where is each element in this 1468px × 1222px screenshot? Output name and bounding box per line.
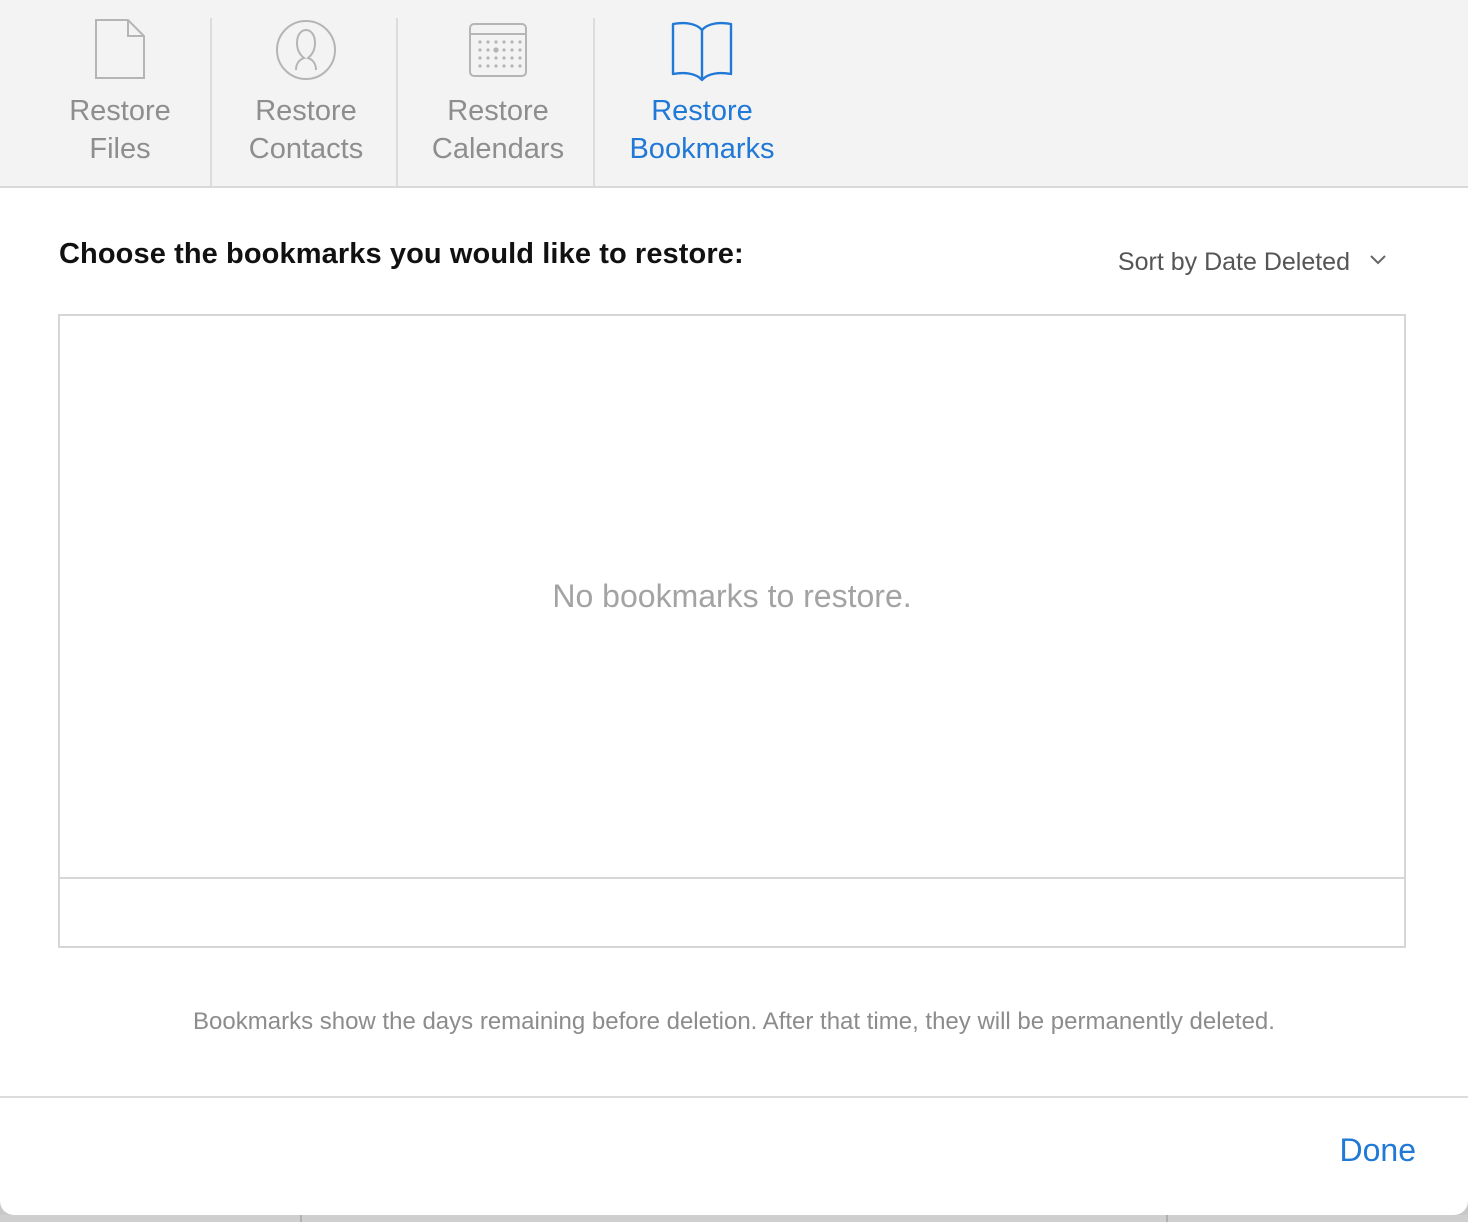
list-footer <box>60 879 1404 946</box>
sort-dropdown[interactable]: Sort by Date Deleted <box>1118 248 1388 277</box>
tab-divider <box>396 18 398 186</box>
tab-restore-bookmarks[interactable]: Restore Bookmarks <box>602 0 802 186</box>
tab-toolbar: Restore Files Restore Contacts Restore C… <box>0 0 1468 188</box>
bookmarks-list-area[interactable]: No bookmarks to restore. <box>60 316 1404 879</box>
dialog-footer: Done <box>0 1096 1468 1215</box>
restore-dialog: Restore Files Restore Contacts Restore C… <box>0 0 1468 1215</box>
divider <box>1166 1215 1168 1222</box>
retention-note: Bookmarks show the days remaining before… <box>193 1008 1275 1035</box>
file-icon <box>95 19 145 79</box>
tab-restore-contacts[interactable]: Restore Contacts <box>214 0 398 186</box>
page-title: Choose the bookmarks you would like to r… <box>59 238 744 270</box>
tab-restore-calendars[interactable]: Restore Calendars <box>400 0 596 186</box>
background-window <box>0 1215 1468 1222</box>
tab-label: Restore Calendars <box>431 95 565 165</box>
tab-restore-files[interactable]: Restore Files <box>30 0 210 186</box>
book-icon <box>671 21 733 82</box>
contact-icon <box>276 20 336 80</box>
tab-label: Restore Bookmarks <box>629 95 775 165</box>
bookmarks-list: No bookmarks to restore. <box>58 314 1406 948</box>
empty-state-message: No bookmarks to restore. <box>552 578 912 614</box>
done-button[interactable]: Done <box>1340 1132 1417 1169</box>
tab-label: Restore Files <box>69 95 171 165</box>
tab-divider <box>210 18 212 186</box>
divider <box>300 1215 302 1222</box>
chevron-down-icon <box>1370 255 1386 265</box>
tab-label: Restore Contacts <box>248 95 364 165</box>
tab-divider <box>593 18 595 186</box>
sort-label: Sort by Date Deleted <box>1117 248 1350 276</box>
calendar-icon <box>469 23 527 77</box>
